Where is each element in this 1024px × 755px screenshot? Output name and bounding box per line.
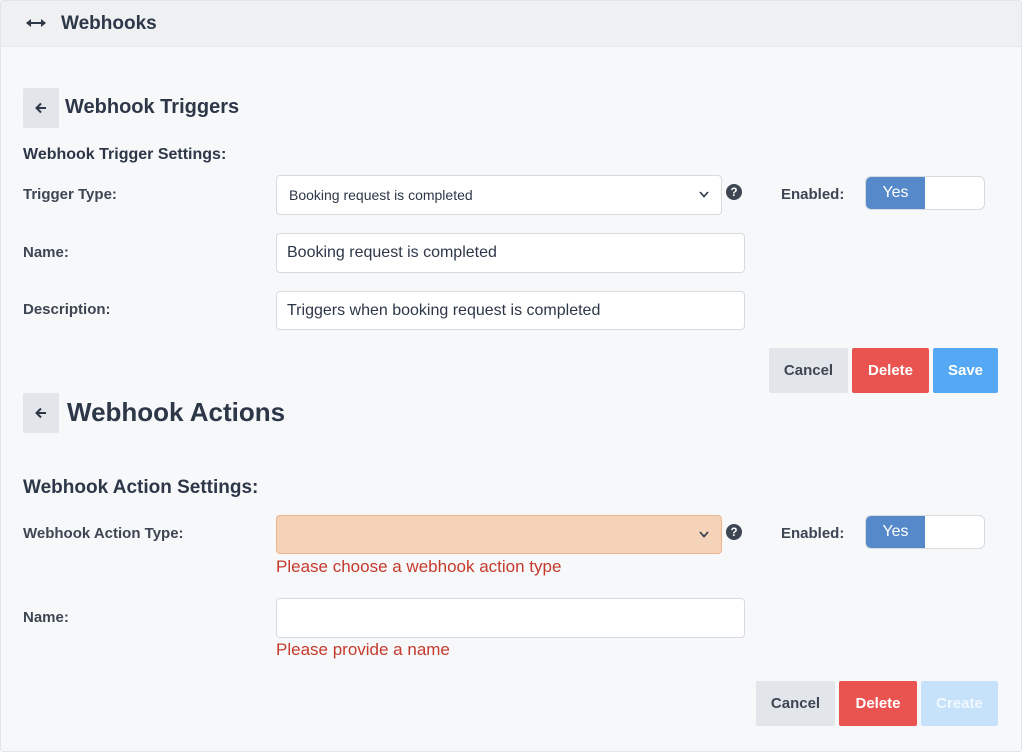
trigger-description-input[interactable]: Triggers when booking request is complet… [276,291,745,330]
arrow-left-icon [35,407,46,419]
triggers-back-button[interactable] [23,88,59,128]
chevron-down-icon [699,531,709,538]
actions-heading: Webhook Actions [67,397,286,427]
trigger-enabled-label: Enabled: [781,186,845,203]
svg-text:?: ? [730,527,737,539]
trigger-cancel-button[interactable]: Cancel [769,348,848,393]
action-type-label: Webhook Action Type: [23,525,184,542]
action-enabled-toggle[interactable]: Yes [865,515,985,549]
chevron-down-icon [699,191,709,198]
trigger-delete-button[interactable]: Delete [852,348,929,393]
triggers-heading: Webhook Triggers [65,96,240,118]
action-delete-button[interactable]: Delete [839,681,917,726]
action-name-error: Please provide a name [276,640,450,659]
action-type-select[interactable] [276,515,722,554]
trigger-description-value: Triggers when booking request is complet… [287,301,601,319]
panel-title: Webhooks [61,13,157,34]
action-name-label: Name: [23,609,69,626]
trigger-enabled-toggle[interactable]: Yes [865,176,985,210]
action-settings-label: Webhook Action Settings: [23,477,259,498]
action-create-button[interactable]: Create [921,681,998,726]
action-name-input[interactable] [276,598,745,638]
trigger-type-value: Booking request is completed [289,187,473,203]
trigger-type-label: Trigger Type: [23,186,117,203]
trigger-type-select[interactable]: Booking request is completed [276,175,722,215]
action-enabled-label: Enabled: [781,525,845,542]
trigger-name-input[interactable]: Booking request is completed [276,233,745,273]
svg-text:?: ? [730,187,737,199]
action-type-error: Please choose a webhook action type [276,557,562,576]
help-icon[interactable]: ? [726,184,742,200]
trigger-save-button[interactable]: Save [933,348,998,393]
trigger-name-value: Booking request is completed [287,244,497,261]
toggle-yes-label: Yes [866,516,925,548]
trigger-name-label: Name: [23,244,69,261]
actions-back-button[interactable] [23,393,59,433]
trigger-description-label: Description: [23,301,111,318]
toggle-yes-label: Yes [866,177,925,209]
left-right-arrow-icon [26,19,46,27]
action-cancel-button[interactable]: Cancel [756,681,835,726]
panel-header: Webhooks [1,1,1021,47]
help-icon[interactable]: ? [726,524,742,540]
arrow-left-icon [35,102,46,114]
webhooks-panel: Webhooks Webhook Triggers Webhook Trigge… [0,0,1022,752]
trigger-settings-label: Webhook Trigger Settings: [23,146,227,163]
